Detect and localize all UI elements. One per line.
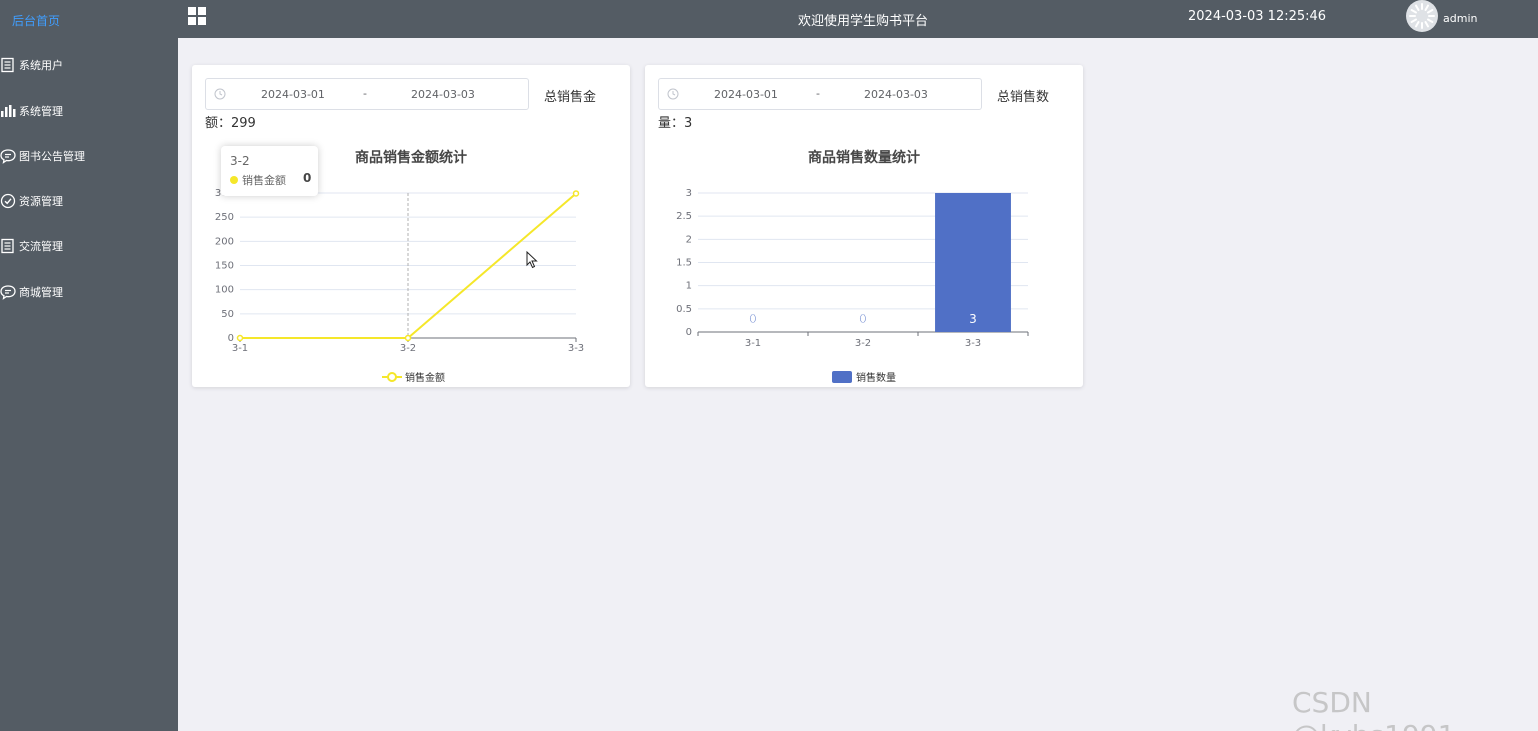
x-tick-label: 3-2 (400, 343, 416, 354)
y-tick-label: 3 (686, 188, 692, 199)
chat-icon (0, 149, 16, 164)
date-range-picker[interactable]: 2024-03-01 - 2024-03-03 (205, 78, 529, 110)
y-tick-label: 1 (686, 281, 692, 292)
date-range-picker[interactable]: 2024-03-01 - 2024-03-03 (658, 78, 982, 110)
y-tick-label: 50 (221, 309, 234, 320)
clock-icon (667, 88, 679, 100)
bar-value-label: 0 (859, 312, 867, 326)
loading-spinner-icon (1409, 3, 1435, 29)
check-circle-icon (0, 193, 16, 209)
total-label: 总销售数 (997, 90, 1050, 105)
x-tick-label: 3-1 (745, 338, 761, 349)
sidebar-item-home[interactable]: 后台首页 (12, 12, 60, 29)
sidebar-item-label: 图书公告管理 (19, 150, 85, 163)
document-icon (1, 57, 14, 73)
sidebar: 后台首页 系统用户 系统管理 图书公告管理 资源管理 交流管理 商城管理 (0, 0, 178, 731)
legend-marker (387, 372, 397, 382)
range-separator: - (363, 87, 367, 100)
range-separator: - (816, 87, 820, 100)
chart-tooltip: 3-2 销售金额 0 (221, 146, 318, 196)
y-tick-label: 250 (215, 212, 234, 223)
tooltip-series: 销售金额 (242, 174, 286, 187)
y-tick-label: 0.5 (676, 304, 692, 315)
total-value: 3 (684, 116, 693, 131)
current-datetime: 2024-03-03 12:25:46 (1188, 9, 1327, 24)
data-point (572, 190, 580, 197)
x-tick-label: 3-3 (965, 338, 981, 349)
y-tick-label: 150 (215, 261, 234, 272)
x-tick-label: 3-2 (855, 338, 871, 349)
tooltip-value: 0 (303, 171, 312, 185)
menu-toggle-grid-icon[interactable] (188, 7, 206, 25)
sidebar-item-resource-management[interactable]: 资源管理 (0, 191, 63, 211)
avatar[interactable] (1406, 0, 1438, 32)
mouse-cursor-icon (526, 251, 538, 269)
total-label-cont: 额： (205, 116, 232, 131)
bar-value-label: 3 (969, 312, 977, 326)
document-icon (1, 238, 14, 254)
series-dot (230, 176, 238, 184)
username[interactable]: admin (1443, 12, 1477, 25)
sidebar-item-communication-management[interactable]: 交流管理 (0, 236, 63, 256)
y-tick-label: 2.5 (676, 211, 692, 222)
bar-chart: 0 0.5 1 1.5 2 2.5 3 3-1 3-2 3-3 0 0 3 销售数量 (676, 188, 1029, 384)
chart-title: 商品销售数量统计 (808, 150, 920, 166)
total-label: 总销售金 (544, 90, 597, 105)
sidebar-item-label: 资源管理 (19, 195, 63, 208)
y-tick-label: 2 (686, 234, 692, 245)
legend-marker (832, 371, 852, 383)
start-date[interactable]: 2024-03-01 (714, 88, 778, 101)
x-tick-label: 3-3 (568, 343, 584, 354)
chat-icon (0, 285, 16, 300)
end-date[interactable]: 2024-03-03 (411, 88, 475, 101)
sidebar-item-label: 系统用户 (19, 59, 63, 72)
legend-label: 销售金额 (405, 371, 445, 384)
sidebar-item-label: 系统管理 (19, 105, 63, 118)
sidebar-item-label: 商城管理 (19, 286, 63, 299)
watermark: CSDN @kybs1991 (1292, 686, 1455, 731)
bar-value-label: 0 (749, 312, 757, 326)
clock-icon (214, 88, 226, 100)
data-point (236, 334, 244, 342)
y-tick-label: 0 (686, 327, 692, 338)
page-title: 欢迎使用学生购书平台 (798, 14, 929, 29)
sidebar-item-book-notice-management[interactable]: 图书公告管理 (0, 146, 85, 166)
x-tick-label: 3-1 (232, 343, 248, 354)
total-value: 299 (231, 116, 256, 131)
sales-count-card: 2024-03-01 - 2024-03-03 总销售数 量：3 商品销售数量统… (645, 65, 1083, 387)
total-value-line: 量：3 (658, 112, 692, 131)
end-date[interactable]: 2024-03-03 (864, 88, 928, 101)
tooltip-category: 3-2 (230, 154, 250, 168)
total-label-cont: 量： (658, 116, 685, 131)
y-tick-label: 200 (215, 236, 234, 247)
line-chart: 0501001502002503003-13-23-3销售金额 (215, 188, 584, 384)
y-tick-label: 1.5 (676, 258, 692, 269)
data-point (404, 334, 412, 342)
y-tick-label: 100 (215, 285, 234, 296)
sales-amount-card: 2024-03-01 - 2024-03-03 总销售金 额：299 商品销售金… (192, 65, 630, 387)
top-bar: 欢迎使用学生购书平台 2024-03-03 12:25:46 admin (178, 0, 1538, 38)
start-date[interactable]: 2024-03-01 (261, 88, 325, 101)
legend-label: 销售数量 (856, 371, 896, 384)
sidebar-item-label: 交流管理 (19, 240, 63, 253)
sidebar-item-system-management[interactable]: 系统管理 (0, 101, 63, 121)
sidebar-item-mall-management[interactable]: 商城管理 (0, 282, 63, 302)
sidebar-item-system-users[interactable]: 系统用户 (0, 55, 63, 75)
total-value-line: 额：299 (205, 112, 256, 131)
bar-chart-icon (1, 105, 16, 117)
